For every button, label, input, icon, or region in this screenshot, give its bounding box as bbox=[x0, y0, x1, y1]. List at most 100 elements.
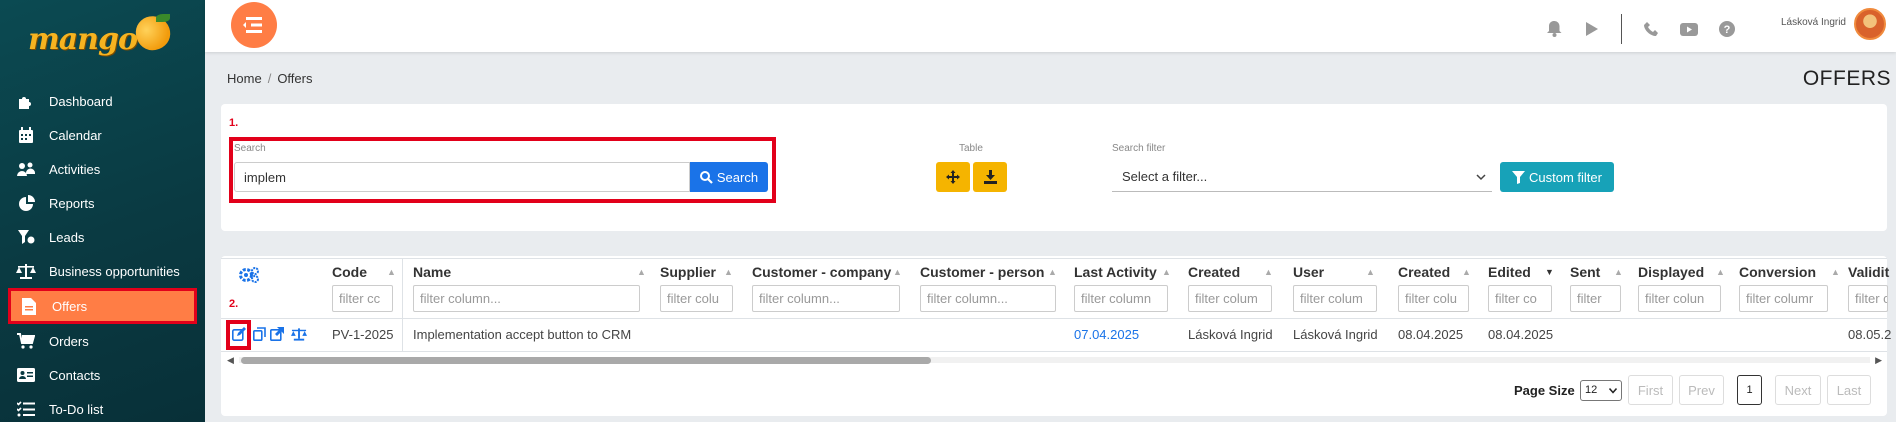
edit-icon[interactable] bbox=[231, 326, 247, 342]
sort-icon[interactable]: ▲ bbox=[893, 267, 902, 277]
sidebar-item-label: Leads bbox=[49, 229, 85, 245]
column-header-customer-person[interactable]: Customer - person bbox=[920, 264, 1044, 280]
scroll-left-icon[interactable]: ◀ bbox=[227, 355, 234, 366]
cell-last-activity[interactable]: 07.04.2025 bbox=[1074, 327, 1139, 342]
puzzle-icon bbox=[16, 92, 36, 110]
sidebar-item-label: Orders bbox=[49, 333, 89, 349]
filter-input-displayed[interactable]: filter colun bbox=[1638, 285, 1721, 312]
search-filter-select[interactable]: Select a filter... bbox=[1112, 162, 1492, 192]
sidebar-item-activities[interactable]: Activities bbox=[0, 152, 205, 186]
column-header-last-activity[interactable]: Last Activity bbox=[1074, 264, 1157, 280]
filter-input-code[interactable]: filter cc bbox=[332, 285, 393, 312]
horizontal-scrollbar[interactable]: ◀ ▶ bbox=[227, 355, 1882, 365]
mango-logo[interactable]: mango bbox=[28, 10, 178, 64]
sort-icon[interactable]: ▲ bbox=[1048, 267, 1057, 277]
filter-input-conversion[interactable]: filter columr bbox=[1739, 285, 1828, 312]
pie-chart-icon bbox=[16, 194, 36, 212]
column-header-name[interactable]: Name bbox=[413, 264, 451, 280]
user-name[interactable]: Lásková Ingrid bbox=[1781, 17, 1846, 28]
first-page-button[interactable]: First bbox=[1628, 375, 1673, 405]
chevron-down-icon bbox=[1476, 174, 1486, 181]
filter-input-supplier[interactable]: filter colu bbox=[660, 285, 733, 312]
filter-input-customer-person[interactable]: filter column... bbox=[920, 285, 1056, 312]
filter-input-edited[interactable]: filter co bbox=[1488, 285, 1552, 312]
avatar[interactable] bbox=[1854, 8, 1886, 40]
sort-desc-icon[interactable]: ▼ bbox=[1545, 267, 1554, 277]
sort-icon[interactable]: ▲ bbox=[637, 267, 646, 277]
copy-icon[interactable] bbox=[251, 326, 267, 342]
help-icon[interactable]: ? bbox=[1718, 20, 1736, 38]
cart-icon bbox=[16, 332, 36, 350]
filter-input-sent[interactable]: filter bbox=[1570, 285, 1621, 312]
column-header-displayed[interactable]: Displayed bbox=[1638, 264, 1704, 280]
column-settings-icon[interactable] bbox=[239, 267, 259, 286]
open-external-icon[interactable] bbox=[269, 326, 285, 342]
table-label: Table bbox=[959, 143, 983, 154]
balance-scale-icon[interactable] bbox=[291, 326, 307, 342]
sidebar-item-leads[interactable]: Leads bbox=[0, 220, 205, 254]
sidebar-item-to-do-list[interactable]: To-Do list bbox=[0, 392, 205, 422]
header-divider bbox=[221, 318, 1887, 319]
breadcrumb-home[interactable]: Home bbox=[227, 71, 262, 86]
sidebar-item-calendar[interactable]: Calendar bbox=[0, 118, 205, 152]
filter-input-customer-company[interactable]: filter column... bbox=[752, 285, 900, 312]
breadcrumb-current: Offers bbox=[277, 71, 313, 86]
sort-icon[interactable]: ▲ bbox=[1614, 267, 1623, 277]
column-header-supplier[interactable]: Supplier bbox=[660, 264, 716, 280]
search-input[interactable]: implem bbox=[234, 162, 690, 192]
scroll-right-icon[interactable]: ▶ bbox=[1875, 355, 1882, 366]
column-header-user[interactable]: User bbox=[1293, 264, 1324, 280]
page-size-select[interactable]: 12 bbox=[1580, 380, 1622, 401]
sort-icon[interactable]: ▲ bbox=[1716, 267, 1725, 277]
sort-icon[interactable]: ▲ bbox=[724, 267, 733, 277]
cell-created-by: Lásková Ingrid bbox=[1188, 327, 1273, 342]
sidebar-item-business-opportunities[interactable]: Business opportunities bbox=[0, 254, 205, 288]
move-columns-button[interactable] bbox=[936, 162, 970, 192]
sidebar-item-contacts[interactable]: Contacts bbox=[0, 358, 205, 392]
sort-icon[interactable]: ▲ bbox=[1162, 267, 1171, 277]
sidebar-item-dashboard[interactable]: Dashboard bbox=[0, 84, 205, 118]
column-header-edited[interactable]: Edited bbox=[1488, 264, 1531, 280]
sidebar-item-orders[interactable]: Orders bbox=[0, 324, 205, 358]
prev-page-button[interactable]: Prev bbox=[1679, 375, 1724, 405]
sidebar-item-reports[interactable]: Reports bbox=[0, 186, 205, 220]
sort-icon[interactable]: ▲ bbox=[1264, 267, 1273, 277]
sort-icon[interactable]: ▲ bbox=[1366, 267, 1375, 277]
next-page-button[interactable]: Next bbox=[1775, 375, 1821, 405]
divider bbox=[1621, 14, 1622, 44]
current-page-button[interactable]: 1 bbox=[1737, 375, 1762, 405]
search-button[interactable]: Search bbox=[690, 162, 768, 192]
column-header-customer-company[interactable]: Customer - company bbox=[752, 264, 891, 280]
custom-filter-button[interactable]: Custom filter bbox=[1500, 162, 1614, 192]
filter-input-user[interactable]: filter colum bbox=[1293, 285, 1377, 312]
play-icon[interactable] bbox=[1583, 20, 1601, 38]
phone-icon[interactable] bbox=[1642, 20, 1660, 38]
filter-input-created-by[interactable]: filter colum bbox=[1188, 285, 1272, 312]
column-header-validity[interactable]: Validit bbox=[1848, 264, 1889, 280]
sort-icon[interactable]: ▲ bbox=[1462, 267, 1471, 277]
cell-created: 08.04.2025 bbox=[1398, 327, 1464, 342]
filter-input-name[interactable]: filter column... bbox=[413, 285, 640, 312]
filter-input-validity[interactable]: filter c bbox=[1848, 285, 1888, 312]
filter-input-created[interactable]: filter colu bbox=[1398, 285, 1469, 312]
column-header-created-by[interactable]: Created bbox=[1188, 264, 1240, 280]
sidebar-toggle-button[interactable] bbox=[231, 2, 277, 48]
page-size-value: 12 bbox=[1585, 384, 1598, 396]
search-filter-label: Search filter bbox=[1112, 143, 1166, 154]
column-header-conversion[interactable]: Conversion bbox=[1739, 264, 1816, 280]
cell-code: PV-1-2025 bbox=[332, 327, 394, 342]
column-header-code[interactable]: Code bbox=[332, 264, 367, 280]
search-icon bbox=[699, 170, 713, 184]
bell-icon[interactable] bbox=[1545, 20, 1563, 38]
youtube-icon[interactable] bbox=[1680, 20, 1698, 38]
last-page-button[interactable]: Last bbox=[1827, 375, 1871, 405]
sort-icon[interactable]: ▲ bbox=[1831, 267, 1840, 277]
filter-input-last-activity[interactable]: filter column bbox=[1074, 285, 1168, 312]
download-button[interactable] bbox=[973, 162, 1007, 192]
table-top-border bbox=[221, 258, 1887, 259]
sort-icon[interactable]: ▲ bbox=[387, 267, 396, 277]
sidebar-item-offers[interactable]: Offers bbox=[8, 288, 197, 324]
scrollbar-thumb[interactable] bbox=[241, 357, 931, 364]
column-header-sent[interactable]: Sent bbox=[1570, 264, 1600, 280]
column-header-created[interactable]: Created bbox=[1398, 264, 1450, 280]
